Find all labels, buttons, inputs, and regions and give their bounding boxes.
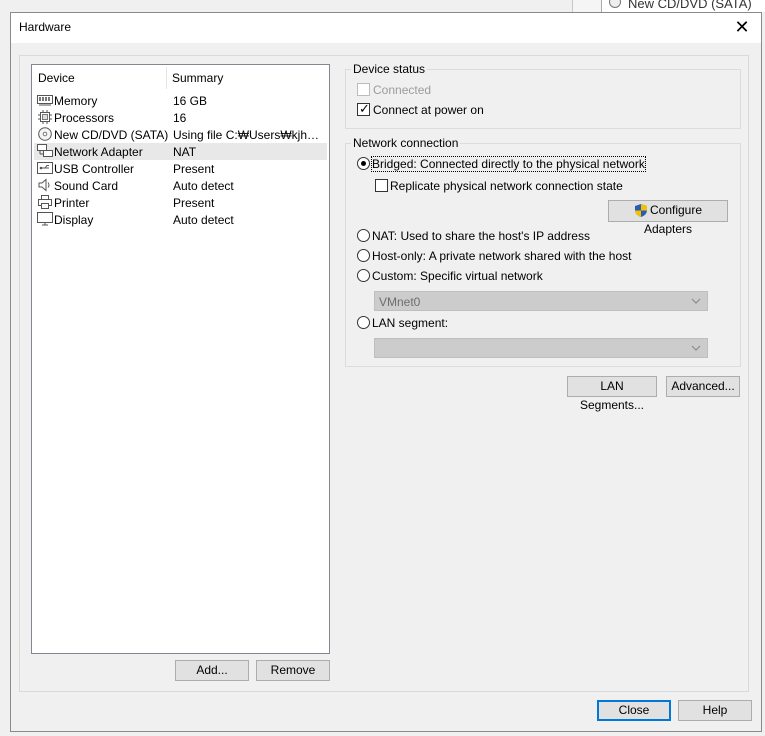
- column-header-device[interactable]: Device: [38, 71, 75, 85]
- device-row-display[interactable]: Display Auto detect: [34, 211, 327, 228]
- replicate-state-label: Replicate physical network connection st…: [390, 179, 623, 193]
- host-only-label: Host-only: A private network shared with…: [372, 249, 632, 263]
- lan-segments-button[interactable]: LAN Segments...: [567, 376, 657, 412]
- memory-icon: [37, 95, 53, 106]
- checkmark-icon: ✓: [359, 101, 370, 116]
- device-name: Network Adapter: [54, 145, 143, 159]
- device-row-processors[interactable]: Processors 16: [34, 109, 327, 126]
- cd-dvd-icon: [38, 127, 52, 141]
- device-row-memory[interactable]: Memory 16 GB: [34, 92, 327, 109]
- bridged-label: Bridged: Connected directly to the physi…: [371, 156, 646, 172]
- device-name: New CD/DVD (SATA): [54, 128, 169, 142]
- device-summary: Auto detect: [173, 213, 234, 227]
- dialog-title: Hardware: [19, 20, 72, 34]
- printer-icon: [38, 195, 52, 209]
- background-window: New CD/DVD (SATA): [572, 0, 765, 12]
- network-adapter-icon: [37, 144, 53, 157]
- lan-segment-label: LAN segment:: [372, 316, 449, 330]
- device-summary: NAT: [173, 145, 197, 159]
- custom-network-value: VMnet0: [379, 295, 421, 309]
- connected-label: Connected: [373, 83, 432, 97]
- close-icon[interactable]: ✕: [731, 16, 753, 38]
- processor-icon: [38, 110, 52, 124]
- lan-segment-select[interactable]: [374, 338, 708, 358]
- remove-device-button[interactable]: Remove: [256, 660, 330, 681]
- device-row-cd-dvd[interactable]: New CD/DVD (SATA) Using file C:₩Users₩kj…: [34, 126, 327, 143]
- device-row-usb-controller[interactable]: USB Controller Present: [34, 160, 327, 177]
- device-name: Memory: [54, 94, 98, 108]
- device-row-sound-card[interactable]: Sound Card Auto detect: [34, 177, 327, 194]
- device-summary: 16 GB: [173, 94, 208, 108]
- device-list-header: Device Summary: [32, 65, 329, 91]
- device-status-title: Device status: [351, 62, 428, 76]
- column-header-summary[interactable]: Summary: [172, 71, 223, 85]
- connect-at-power-on-label: Connect at power on: [373, 103, 484, 117]
- device-name: USB Controller: [54, 162, 135, 176]
- network-connection-group: Network connection Bridged: Connected di…: [345, 136, 741, 367]
- custom-network-select[interactable]: VMnet0: [374, 291, 708, 311]
- host-only-radio[interactable]: [357, 249, 370, 262]
- help-button[interactable]: Help: [678, 700, 752, 721]
- monitor-icon: [37, 212, 53, 226]
- device-status-group: Device status Connected ✓ Connect at pow…: [345, 62, 741, 129]
- device-list[interactable]: Device Summary Memory 16 GB Processors 1…: [31, 64, 330, 654]
- device-name: Display: [54, 213, 94, 227]
- radio-dot: [361, 161, 366, 166]
- uac-shield-icon: [634, 204, 647, 218]
- nat-label: NAT: Used to share the host's IP address: [372, 229, 590, 243]
- hardware-dialog: Hardware ✕ Device Summary Memory 16 GB P…: [10, 12, 762, 732]
- chevron-down-icon: [691, 345, 701, 351]
- bridged-radio[interactable]: [357, 157, 370, 170]
- hardware-panel: Device Summary Memory 16 GB Processors 1…: [19, 55, 749, 692]
- device-summary: Auto detect: [173, 179, 234, 193]
- device-name: Printer: [54, 196, 90, 210]
- title-bar: Hardware ✕: [11, 13, 761, 43]
- device-row-network-adapter[interactable]: Network Adapter NAT: [34, 143, 327, 160]
- column-separator[interactable]: [166, 67, 167, 89]
- configure-adapters-label: Configure Adapters: [643, 203, 703, 236]
- nat-radio[interactable]: [357, 229, 370, 242]
- lan-segment-radio[interactable]: [357, 316, 370, 329]
- device-summary: Present: [173, 196, 215, 210]
- device-summary: Using file C:₩Users₩kjh052...: [173, 128, 325, 142]
- replicate-state-checkbox[interactable]: [375, 179, 388, 192]
- device-row-printer[interactable]: Printer Present: [34, 194, 327, 211]
- custom-label: Custom: Specific virtual network: [372, 269, 543, 283]
- device-name: Sound Card: [54, 179, 119, 193]
- connected-checkbox[interactable]: [357, 83, 370, 96]
- network-connection-title: Network connection: [351, 136, 461, 150]
- device-summary: Present: [173, 162, 215, 176]
- advanced-button[interactable]: Advanced...: [666, 376, 740, 397]
- device-name: Processors: [54, 111, 115, 125]
- speaker-icon: [38, 178, 50, 192]
- add-device-button[interactable]: Add...: [175, 660, 249, 681]
- configure-adapters-button[interactable]: Configure Adapters: [608, 200, 728, 236]
- chevron-down-icon: [691, 298, 701, 304]
- custom-radio[interactable]: [357, 269, 370, 282]
- background-window-item: New CD/DVD (SATA): [628, 0, 752, 11]
- close-button[interactable]: Close: [597, 700, 671, 721]
- device-summary: 16: [173, 111, 187, 125]
- usb-icon: [37, 162, 53, 174]
- connect-at-power-on-checkbox[interactable]: ✓: [357, 101, 370, 116]
